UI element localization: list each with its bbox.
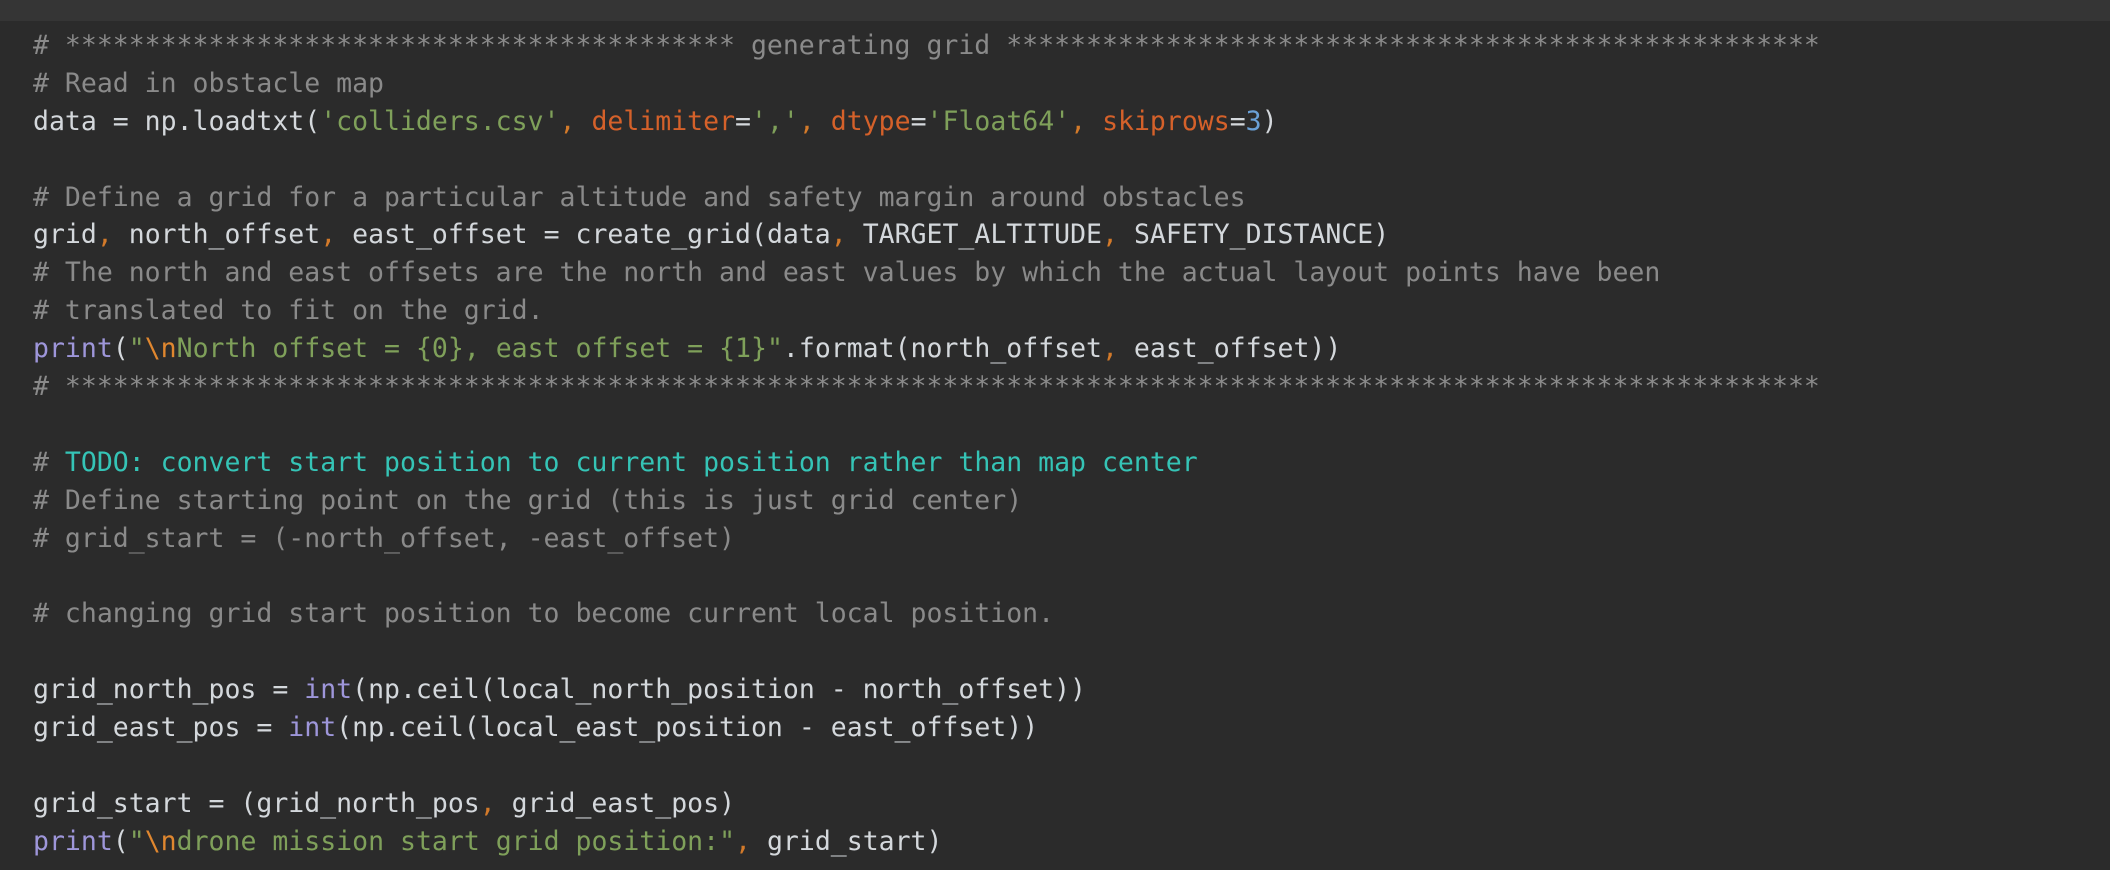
code-token: grid_north_pos = <box>33 674 305 706</box>
code-token: , <box>96 219 129 251</box>
code-token: 'colliders.csv' <box>320 105 560 137</box>
code-token: ',' <box>751 105 799 137</box>
code-token: , <box>1102 219 1134 251</box>
code-token: data = np.loadtxt( <box>33 105 321 137</box>
code-token: int <box>288 712 337 744</box>
code-token: , <box>735 825 767 857</box>
code-line[interactable]: grid, north_offset, east_offset = create… <box>33 216 1820 254</box>
code-line[interactable]: # grid_start = (-north_offset, -east_off… <box>33 520 1820 558</box>
code-token: grid_start = (grid_north_pos <box>33 787 480 819</box>
code-token: " <box>128 825 145 857</box>
code-token: # Define starting point on the grid (thi… <box>33 484 1023 516</box>
code-token: # <box>33 446 65 478</box>
code-token: , <box>1102 333 1134 365</box>
code-token: dtype <box>830 105 911 137</box>
code-token: 3 <box>1245 105 1262 137</box>
code-token: \n <box>144 825 177 857</box>
code-token: north_offset <box>128 219 321 251</box>
code-token: , <box>798 105 831 137</box>
code-token: east_offset = create_grid(data <box>352 219 831 251</box>
code-token: # translated to fit on the grid. <box>33 295 544 327</box>
code-line[interactable]: grid_east_pos = int(np.ceil(local_east_p… <box>33 709 1820 747</box>
code-line[interactable]: grid_north_pos = int(np.ceil(local_north… <box>33 671 1820 709</box>
code-token: ) <box>1261 105 1278 137</box>
code-token: 'Float64' <box>926 105 1071 137</box>
code-token: , <box>830 219 863 251</box>
code-token: = <box>1229 105 1246 137</box>
code-token: skiprows <box>1102 105 1230 137</box>
code-line[interactable]: # **************************************… <box>33 368 1820 406</box>
code-token: drone mission start grid position:" <box>176 825 736 857</box>
code-token: # **************************************… <box>33 30 1820 61</box>
code-token: , <box>559 105 592 137</box>
code-line[interactable] <box>33 747 1820 785</box>
code-token: print <box>33 825 113 857</box>
code-token: grid_east_pos) <box>511 787 736 819</box>
code-line[interactable]: # Define a grid for a particular altitud… <box>33 179 1820 217</box>
code-line[interactable]: # The north and east offsets are the nor… <box>33 254 1820 292</box>
code-token: = <box>735 105 751 137</box>
code-token: # Define a grid for a particular altitud… <box>33 181 1246 213</box>
code-line[interactable]: data = np.loadtxt('colliders.csv', delim… <box>33 103 1820 141</box>
code-token: int <box>304 674 353 706</box>
code-token: # Read in obstacle map <box>33 67 384 99</box>
code-token: # changing grid start position to become… <box>33 598 1055 630</box>
code-token: (np.ceil(local_north_position - north_of… <box>352 674 1087 706</box>
code-line[interactable]: # TODO: convert start position to curren… <box>33 444 1820 482</box>
code-token: # **************************************… <box>33 371 1820 403</box>
code-token: , <box>479 787 512 819</box>
code-token: \n <box>144 333 177 365</box>
code-line[interactable]: # **************************************… <box>33 27 1820 65</box>
code-token: print <box>33 333 113 365</box>
code-line[interactable]: # changing grid start position to become… <box>33 595 1820 633</box>
code-token: # grid_start = (-north_offset, -east_off… <box>33 522 735 554</box>
code-token: # The north and east offsets are the nor… <box>33 257 1661 289</box>
code-line[interactable] <box>33 633 1820 671</box>
code-token: , <box>1070 105 1103 137</box>
code-token: TODO: convert start position to current … <box>64 446 1198 478</box>
code-lines[interactable]: # **************************************… <box>33 27 1820 861</box>
code-token: " <box>128 333 145 365</box>
code-token: ( <box>112 825 129 857</box>
code-token: SAFETY_DISTANCE) <box>1133 219 1390 251</box>
code-token: delimiter <box>591 105 736 137</box>
code-token: ( <box>112 333 129 365</box>
code-token: North offset = {0}, east offset = {1}" <box>176 333 783 365</box>
code-line[interactable]: # Define starting point on the grid (thi… <box>33 482 1820 520</box>
code-line[interactable] <box>33 141 1820 179</box>
code-line[interactable]: print("\ndrone mission start grid positi… <box>33 823 1820 861</box>
code-line[interactable]: grid_start = (grid_north_pos, grid_east_… <box>33 785 1820 823</box>
code-token: grid_east_pos = <box>33 712 289 744</box>
window-top-strip <box>0 0 2110 21</box>
code-line[interactable] <box>33 557 1820 595</box>
code-token: east_offset)) <box>1133 333 1342 365</box>
code-token: , <box>320 219 353 251</box>
code-token: = <box>910 105 927 137</box>
code-line[interactable] <box>33 406 1820 444</box>
code-line[interactable]: # Read in obstacle map <box>33 65 1820 103</box>
code-editor[interactable]: # **************************************… <box>0 21 2110 870</box>
code-token: grid <box>33 219 97 251</box>
code-token: .format(north_offset <box>782 333 1102 365</box>
code-token: grid_start) <box>766 825 943 857</box>
code-line[interactable]: # translated to fit on the grid. <box>33 292 1820 330</box>
code-token: TARGET_ALTITUDE <box>862 219 1103 251</box>
code-line[interactable]: print("\nNorth offset = {0}, east offset… <box>33 330 1820 368</box>
code-token: (np.ceil(local_east_position - east_offs… <box>336 712 1039 744</box>
